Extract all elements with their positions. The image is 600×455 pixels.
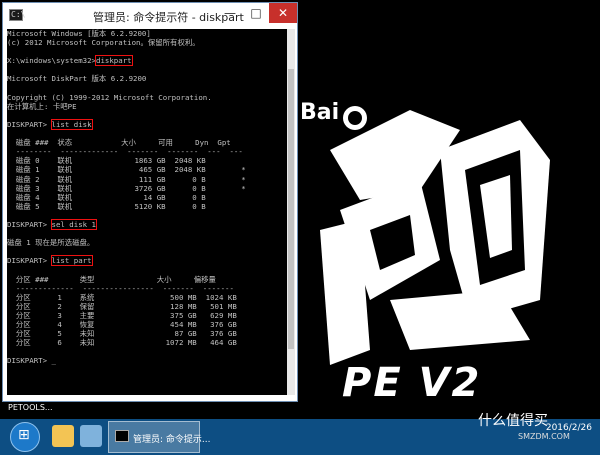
part-row: 分区 3 主要 375 GB 629 MB [7, 310, 237, 320]
close-button[interactable]: ✕ [269, 3, 297, 23]
part-row: 分区 2 保留 128 MB 501 MB [7, 301, 237, 311]
disk-row: 磁盘 4 联机 14 GB 0 B [7, 192, 206, 202]
part-row: 分区 1 系统 500 MB 1024 KB [7, 292, 237, 302]
baidu-pe-logo [320, 106, 550, 365]
prompt-text: X:\windows\system32> [7, 56, 96, 66]
cmd-icon [115, 430, 129, 442]
watermark-text: 什么值得买 [478, 413, 548, 429]
console-line: (c) 2012 Microsoft Corporation。保留所有权利。 [7, 38, 200, 48]
part-row: 分区 5 未知 87 GB 376 GB [7, 329, 237, 339]
watermark-sub: SMZDM.COM [518, 432, 570, 441]
console-line: 在计算机上: 卡吧PE [7, 101, 77, 111]
prompt-text: DISKPART> [7, 119, 52, 129]
disk-row: 磁盘 3 联机 3726 GB 0 B * [7, 183, 246, 193]
cmd-window[interactable]: C:\ 管理员: 命令提示符 - diskpart — □ ✕ Microsof… [2, 2, 298, 402]
console-output[interactable]: Microsoft Windows [版本 6.2.9200] (c) 2012… [7, 29, 287, 395]
highlighted-command: list part [50, 255, 93, 267]
desktop: Bai 百度 PE V2 C:\ 管理员: 命令提示符 - diskpart —… [0, 0, 600, 455]
windows-logo-icon: ⊞ [18, 427, 30, 443]
scrollbar-thumb[interactable] [288, 69, 294, 349]
disk-table-separator: -------- ------------- ------- ------- -… [7, 147, 243, 157]
console-line: Microsoft Windows [版本 6.2.9200] [7, 29, 151, 38]
pe-title: PE V2 [342, 360, 482, 406]
part-row: 分区 6 未知 1072 MB 464 GB [7, 338, 237, 348]
search-taskbar-icon[interactable] [80, 425, 102, 447]
baidu-logo-text: Bai [300, 100, 340, 125]
disk-table-header: 磁盘 ### 状态 大小 可用 Dyn Gpt [7, 138, 231, 148]
disk-row: 磁盘 2 联机 111 GB 0 B * [7, 174, 246, 184]
disk-row: 磁盘 1 联机 465 GB 2048 KB * [7, 165, 246, 175]
console-line: 磁盘 1 现在是所选磁盘。 [7, 238, 95, 248]
cmd-icon: C:\ [9, 9, 26, 21]
disk-row: 磁盘 0 联机 1863 GB 2048 KB [7, 156, 206, 166]
petools-label: PETOOLS... [8, 403, 53, 412]
console-line: Microsoft DiskPart 版本 6.2.9200 [7, 74, 147, 84]
explorer-taskbar-icon[interactable] [52, 425, 74, 447]
taskbar-app-label: 管理员: 命令提示... [133, 435, 211, 445]
console-line: DISKPART> _ [7, 356, 56, 366]
console-line: Copyright (C) 1999-2012 Microsoft Corpor… [7, 92, 212, 102]
part-table-header: 分区 ### 类型 大小 偏移量 [7, 274, 216, 284]
highlighted-command: sel disk 1 [50, 218, 97, 230]
start-button[interactable]: ⊞ [10, 422, 40, 452]
console-line: DISKPART> sel disk 1 [7, 218, 287, 230]
part-row: 分区 4 恢复 454 MB 376 GB [7, 320, 237, 329]
vertical-scrollbar[interactable] [287, 29, 295, 395]
highlighted-command: diskpart [95, 55, 133, 67]
part-table-separator: ------------- ---------------- ------- -… [7, 283, 234, 293]
prompt-text: DISKPART> [7, 219, 52, 229]
highlighted-command: list disk [50, 118, 93, 130]
taskbar-cmd-app[interactable]: 管理员: 命令提示... [108, 421, 210, 453]
maximize-button[interactable]: □ [243, 3, 269, 23]
title-bar[interactable]: C:\ 管理员: 命令提示符 - diskpart — □ ✕ [3, 3, 297, 29]
console-line: DISKPART> list disk [7, 118, 287, 130]
baidu-logo-chinese: 百度 [370, 134, 406, 155]
disk-row: 磁盘 5 联机 5120 KB 0 B [7, 201, 206, 211]
prompt-text: DISKPART> [7, 256, 52, 266]
minimize-button[interactable]: — [217, 3, 243, 23]
console-line: DISKPART> list part [7, 255, 287, 267]
console-line: X:\windows\system32>diskpart [7, 55, 287, 67]
